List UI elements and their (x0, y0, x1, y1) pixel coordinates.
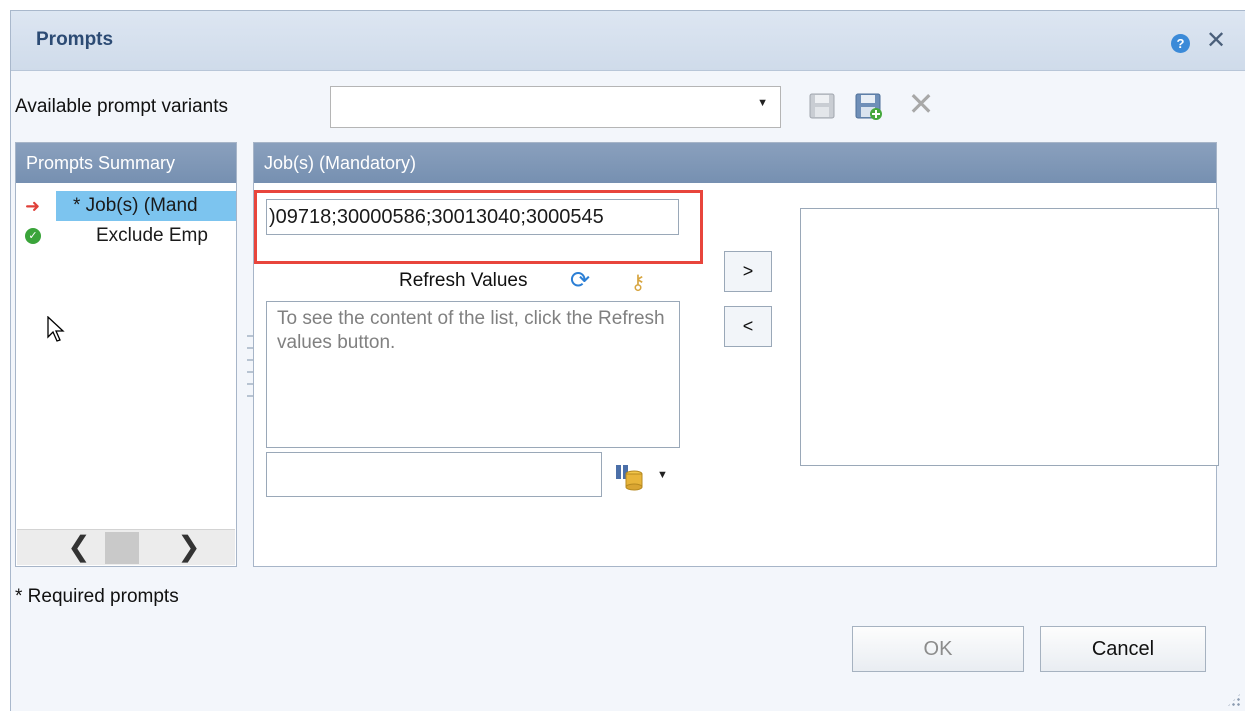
close-icon[interactable]: ✕ (1204, 28, 1228, 54)
dialog-title: Prompts (36, 29, 114, 50)
key-icon[interactable]: ⚷ (628, 270, 648, 298)
prompts-summary-panel: Prompts Summary ➜ * Job(s) (Mand ✓ Exclu… (15, 142, 237, 567)
job-panel-header: Job(s) (Mandatory) (254, 143, 1216, 183)
prompt-variants-label: Available prompt variants (15, 96, 228, 117)
save-as-variant-icon[interactable] (854, 92, 882, 120)
delete-variant-icon[interactable]: ✕ (905, 88, 937, 120)
summary-item-exclude-emp[interactable]: ✓ Exclude Emp (16, 221, 236, 251)
mouse-cursor-icon (47, 316, 65, 342)
selected-values-list[interactable] (800, 208, 1219, 466)
available-values-list[interactable]: To see the content of the list, click th… (266, 301, 680, 448)
scroll-thumb[interactable] (105, 532, 139, 564)
search-icon[interactable] (612, 461, 644, 491)
scroll-right-icon[interactable]: ❯ (172, 530, 206, 564)
highlight-annotation (254, 190, 703, 264)
arrow-icon: ➜ (25, 196, 41, 216)
add-value-button[interactable]: > (724, 251, 772, 292)
chevron-down-icon[interactable]: ▼ (657, 469, 668, 481)
dialog-titlebar: Prompts ? ✕ (11, 11, 1245, 71)
scroll-left-icon[interactable]: ❮ (62, 530, 96, 564)
list-placeholder-text: To see the content of the list, click th… (277, 308, 665, 353)
prompts-summary-header: Prompts Summary (16, 143, 236, 183)
required-prompts-note: * Required prompts (15, 586, 179, 607)
prompt-variants-dropdown[interactable]: ▼ (330, 86, 781, 128)
help-icon[interactable]: ? (1171, 34, 1190, 53)
summary-item-label: * Job(s) (Mand (73, 195, 198, 216)
check-icon: ✓ (25, 228, 41, 244)
job-prompt-panel: Job(s) (Mandatory) )09718;30000586;30013… (253, 142, 1219, 567)
summary-item-jobs[interactable]: ➜ * Job(s) (Mand (16, 191, 236, 221)
summary-item-label: Exclude Emp (96, 225, 208, 246)
save-variant-icon[interactable] (808, 92, 836, 120)
value-search-input[interactable] (266, 452, 602, 497)
remove-value-button[interactable]: < (724, 306, 772, 347)
cancel-button[interactable]: Cancel (1040, 626, 1206, 672)
refresh-values-label: Refresh Values (399, 270, 528, 291)
refresh-icon[interactable]: ⟳ (565, 267, 595, 295)
chevron-down-icon[interactable]: ▼ (757, 97, 768, 109)
summary-scrollbar[interactable]: ❮ ❯ (17, 529, 235, 565)
ok-button[interactable]: OK (852, 626, 1024, 672)
